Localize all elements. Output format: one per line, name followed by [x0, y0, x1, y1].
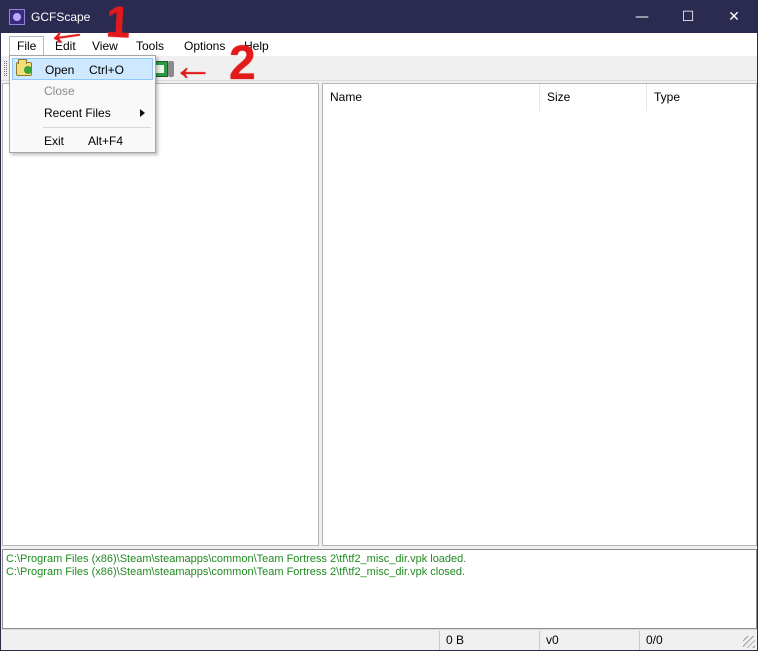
- close-label: Close: [44, 84, 75, 98]
- annotation-arrow-1: ←: [40, 2, 92, 57]
- minimize-button[interactable]: —: [619, 1, 665, 33]
- recent-files-label: Recent Files: [44, 106, 111, 120]
- exit-shortcut: Alt+F4: [88, 134, 124, 148]
- status-count: 0/0: [639, 631, 739, 650]
- toolbar-grip[interactable]: [4, 61, 7, 76]
- close-menu-item[interactable]: Close: [12, 80, 153, 102]
- file-menu-dropdown: Open Ctrl+O Close Recent Files Exit Alt+…: [9, 55, 156, 153]
- gcfscape-window: GCFScape — ☐ ✕ File Edit View Tools Opti…: [0, 0, 758, 651]
- annotation-number-1: 1: [104, 0, 132, 48]
- annotation-arrow-2: ←: [172, 42, 214, 89]
- status-size: 0 B: [439, 631, 539, 650]
- status-bar: 0 B v0 0/0: [1, 629, 757, 650]
- resize-grip-icon[interactable]: [743, 636, 755, 648]
- open-shortcut: Ctrl+O: [89, 63, 125, 77]
- exit-label: Exit: [44, 134, 65, 148]
- file-list-pane[interactable]: Name Size Type: [322, 83, 757, 546]
- annotation-number-2: 2: [229, 37, 256, 90]
- log-pane[interactable]: C:\Program Files (x86)\Steam\steamapps\c…: [2, 549, 757, 629]
- log-line-loaded: C:\Program Files (x86)\Steam\steamapps\c…: [6, 553, 467, 565]
- recent-files-menu-item[interactable]: Recent Files: [12, 102, 153, 124]
- menu-file[interactable]: File: [9, 36, 45, 56]
- gcfscape-app-icon: [9, 9, 25, 25]
- folder-open-icon: [16, 59, 32, 76]
- menu-separator: [43, 127, 151, 128]
- open-label: Open: [45, 63, 75, 77]
- name-column-header[interactable]: Name: [323, 84, 540, 111]
- menu-tools[interactable]: Tools: [129, 36, 171, 56]
- type-column-header[interactable]: Type: [647, 84, 756, 111]
- maximize-button[interactable]: ☐: [665, 1, 711, 33]
- size-column-header[interactable]: Size: [540, 84, 647, 111]
- status-version: v0: [539, 631, 639, 650]
- open-menu-item[interactable]: Open Ctrl+O: [12, 58, 153, 80]
- log-line-closed: C:\Program Files (x86)\Steam\steamapps\c…: [6, 566, 466, 578]
- submenu-arrow-icon: [140, 109, 145, 117]
- exit-menu-item[interactable]: Exit Alt+F4: [12, 130, 153, 152]
- close-window-button[interactable]: ✕: [711, 1, 757, 33]
